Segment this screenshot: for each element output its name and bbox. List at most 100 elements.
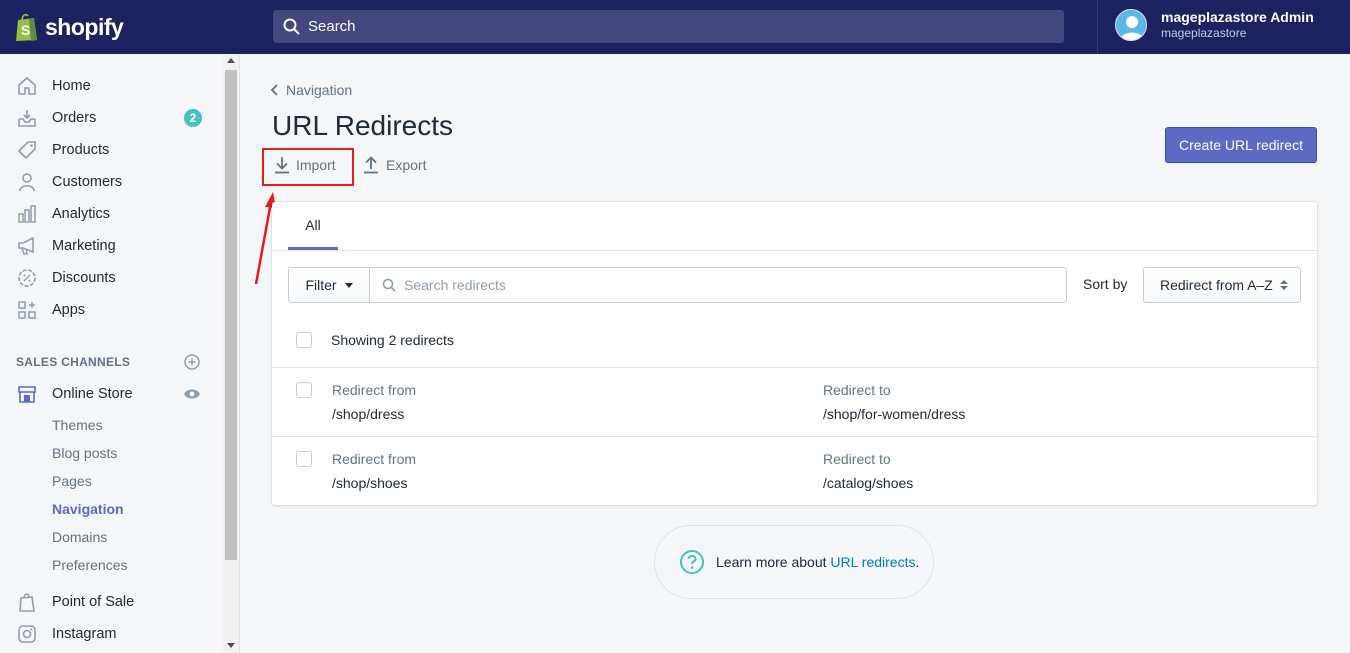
sidebar-item-point-of-sale[interactable]: Point of Sale [16, 590, 216, 614]
scroll-thumb[interactable] [225, 70, 237, 560]
showing-count: Showing 2 redirects [331, 332, 454, 348]
sidebar-item-marketing[interactable]: Marketing [16, 234, 216, 258]
search-icon [283, 18, 300, 35]
help-circle-icon [680, 550, 704, 574]
top-bar-main: mageplazastore Admin mageplazastore [240, 0, 1350, 54]
top-bar: S shopify mageplazastore Admin mageplaza… [0, 0, 1350, 54]
create-url-redirect-button[interactable]: Create URL redirect [1165, 127, 1317, 163]
sort-select[interactable]: Redirect from A–Z [1143, 267, 1301, 303]
learn-suffix: . [915, 554, 920, 570]
sidebar-item-apps[interactable]: Apps [16, 298, 216, 322]
sidebar-item-label: Customers [52, 174, 123, 190]
user-divider [1097, 0, 1098, 54]
redirect-to-label: Redirect to [823, 451, 891, 467]
sidebar-sub-themes[interactable]: Themes [52, 417, 103, 433]
sidebar-item-analytics[interactable]: Analytics [16, 202, 216, 226]
store-name: mageplazastore [1161, 26, 1247, 40]
learn-more-text: Learn more about URL redirects. [716, 554, 919, 570]
upload-icon [364, 156, 378, 174]
caret-down-icon [344, 282, 353, 288]
row-divider [272, 367, 1317, 368]
user-name: mageplazastore Admin [1161, 9, 1314, 25]
breadcrumb-label: Navigation [286, 82, 353, 98]
redirect-to-value: /catalog/shoes [823, 475, 914, 491]
search-icon [382, 278, 396, 292]
redirect-from-value: /shop/shoes [332, 475, 408, 491]
sidebar-item-home[interactable]: Home [16, 74, 216, 98]
sidebar-scrollbar[interactable] [223, 54, 240, 653]
select-all-checkbox[interactable] [296, 332, 312, 348]
pos-bag-icon [16, 591, 38, 613]
sidebar-item-label: Marketing [52, 238, 116, 254]
tab-all[interactable]: All [288, 202, 338, 250]
sidebar-item-products[interactable]: Products [16, 138, 216, 162]
row-checkbox[interactable] [296, 451, 312, 467]
user-menu[interactable]: mageplazastore Admin mageplazastore [1115, 9, 1314, 41]
scroll-down-arrow[interactable] [227, 643, 235, 648]
sidebar-sub-domains[interactable]: Domains [52, 529, 107, 545]
sidebar-item-customers[interactable]: Customers [16, 170, 216, 194]
shopify-bag-icon: S [16, 13, 37, 41]
tag-icon [16, 139, 38, 161]
select-arrows-icon [1280, 280, 1288, 290]
store-icon [16, 383, 38, 405]
sort-value: Redirect from A–Z [1160, 277, 1273, 293]
learn-more-callout: Learn more about URL redirects. [654, 525, 934, 599]
home-icon [16, 75, 38, 97]
megaphone-icon [16, 235, 38, 257]
orders-icon [16, 107, 38, 129]
redirect-from-value: /shop/dress [332, 406, 405, 422]
page-title: URL Redirects [272, 110, 454, 141]
sidebar-item-label: Online Store [52, 386, 133, 402]
filter-button[interactable]: Filter [288, 267, 370, 303]
row-checkbox[interactable] [296, 382, 312, 398]
sidebar: Home Orders 2 Products Customers Analyti… [0, 54, 223, 653]
search-input[interactable] [308, 18, 1008, 35]
redirect-from-label: Redirect from [332, 451, 417, 467]
sidebar-sub-pages[interactable]: Pages [52, 473, 92, 489]
person-icon [16, 171, 38, 193]
learn-prefix: Learn more about [716, 554, 831, 570]
sidebar-item-orders[interactable]: Orders 2 [16, 106, 216, 130]
redirect-search-field[interactable] [369, 267, 1067, 303]
redirects-card: All Filter Sort by Redirect from A–Z Sho… [272, 202, 1317, 505]
import-highlight-box [262, 148, 354, 186]
sidebar-item-label: Discounts [52, 270, 116, 286]
brand-name: shopify [45, 13, 124, 40]
breadcrumb[interactable]: Navigation [270, 82, 352, 98]
eye-icon[interactable] [183, 388, 201, 400]
sidebar-item-discounts[interactable]: Discounts [16, 266, 216, 290]
discount-icon [16, 267, 38, 289]
global-search[interactable] [273, 10, 1064, 43]
chevron-left-icon [270, 84, 278, 96]
bar-chart-icon [16, 203, 38, 225]
sort-label: Sort by [1083, 276, 1128, 292]
sidebar-item-label: Instagram [52, 626, 117, 642]
sidebar-item-label: Point of Sale [52, 594, 135, 610]
export-label: Export [386, 157, 427, 173]
url-redirects-link[interactable]: URL redirects [830, 554, 915, 570]
export-button[interactable]: Export [363, 156, 426, 174]
sidebar-item-label: Analytics [52, 206, 111, 222]
shopify-logo[interactable]: S shopify [0, 0, 240, 54]
apps-icon [16, 299, 38, 321]
redirect-search-input[interactable] [404, 277, 1024, 293]
redirect-to-value: /shop/for-women/dress [823, 406, 966, 422]
sidebar-item-label: Products [52, 142, 110, 158]
scroll-up-arrow[interactable] [227, 58, 235, 63]
sidebar-sub-preferences[interactable]: Preferences [52, 557, 127, 573]
sidebar-sub-navigation[interactable]: Navigation [52, 501, 124, 517]
add-channel-icon[interactable] [184, 354, 200, 370]
sidebar-item-label: Home [52, 78, 91, 94]
orders-count-badge: 2 [184, 109, 202, 127]
sidebar-item-label: Orders [52, 110, 97, 126]
instagram-icon [16, 623, 38, 645]
user-avatar-icon [1120, 16, 1144, 40]
sidebar-sub-blog-posts[interactable]: Blog posts [52, 445, 117, 461]
redirect-to-label: Redirect to [823, 382, 891, 398]
sidebar-item-instagram[interactable]: Instagram [16, 622, 216, 646]
redirect-from-label: Redirect from [332, 382, 417, 398]
row-divider [272, 436, 1317, 437]
svg-text:S: S [21, 22, 30, 38]
sales-channels-heading: SALES CHANNELS [16, 355, 131, 369]
